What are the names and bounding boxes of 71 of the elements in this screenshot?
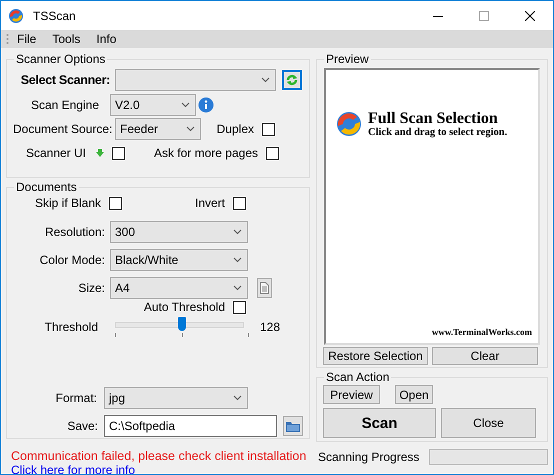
checkbox-label: Scanner UI	[24, 146, 86, 160]
menu-item[interactable]: Tools	[44, 30, 88, 48]
field-label: Color Mode:	[38, 253, 105, 267]
logo-icon	[335, 110, 363, 138]
chevron-icon	[186, 126, 195, 132]
folder-icon	[286, 420, 300, 432]
folder-button[interactable]	[283, 416, 303, 436]
error-message: Communication failed, please check client installation	[11, 449, 308, 463]
menu-item[interactable]: Info	[88, 30, 124, 48]
more-info-link[interactable]: Click here for more info	[11, 463, 310, 474]
checkbox-label: Auto Threshold	[142, 300, 225, 314]
threshold-slider[interactable]	[113, 317, 246, 337]
progress-label: Scanning Progress	[318, 450, 420, 464]
close-dialog-button[interactable]: Close	[441, 408, 536, 438]
resolution-dropdown[interactable]: 300	[110, 221, 248, 243]
refresh-icon	[285, 73, 299, 87]
menu-item[interactable]: File	[9, 30, 44, 48]
preview-hint: Click and drag to select region.	[368, 127, 508, 138]
chevron-icon	[233, 229, 242, 235]
format-dropdown[interactable]: jpg	[104, 387, 248, 409]
info-icon	[198, 97, 214, 113]
field-label: Size:	[77, 281, 105, 295]
restore-selection-button[interactable]: Restore Selection	[323, 347, 428, 365]
open-button[interactable]: Open	[395, 385, 433, 404]
group-title: Documents	[15, 180, 78, 194]
window-title: TSScan	[33, 8, 77, 22]
preview-area[interactable]: Full Scan Selection Click and drag to select region. www.TerminalWorks.com	[324, 68, 540, 345]
color-mode-dropdown[interactable]: Black/White	[110, 249, 248, 271]
checkbox-label: Invert	[194, 196, 225, 210]
threshold-value: 128	[260, 320, 280, 334]
scan-button[interactable]: Scan	[323, 408, 436, 438]
size-dropdown[interactable]: A4	[110, 277, 248, 299]
close-icon	[525, 10, 535, 20]
chevron-icon	[233, 257, 242, 263]
maximize-icon	[479, 10, 489, 20]
chevron-icon	[261, 77, 270, 83]
group-title: Preview	[325, 52, 370, 66]
checkbox[interactable]	[262, 122, 275, 136]
checkbox[interactable]	[233, 196, 246, 210]
field-label: Scan Engine	[30, 98, 100, 112]
save-path-field[interactable]: C:\Softpedia	[104, 415, 277, 437]
website-url: www.TerminalWorks.com	[432, 327, 533, 337]
preview-button[interactable]: Preview	[323, 385, 380, 404]
field-label: Resolution:	[44, 225, 105, 239]
field-label: Save:	[66, 419, 98, 433]
checkbox-label: Duplex	[216, 122, 254, 136]
field-label: Select Scanner:	[20, 73, 110, 87]
checkbox[interactable]	[233, 300, 246, 314]
chevron-icon	[233, 395, 242, 401]
field-label: Document Source:	[13, 122, 110, 136]
chevron-icon	[181, 102, 190, 108]
checkbox[interactable]	[266, 146, 279, 160]
field-label: Format:	[54, 391, 98, 405]
down-arrow-icon	[96, 149, 104, 157]
slider-thumb[interactable]	[178, 317, 186, 331]
slider-label: Threshold	[44, 320, 98, 334]
checkbox[interactable]	[109, 196, 122, 210]
refresh-button[interactable]	[282, 70, 302, 90]
chevron-icon	[233, 285, 242, 291]
checkbox-label: Ask for more pages	[152, 146, 258, 160]
preview-heading: Full Scan Selection	[368, 110, 499, 127]
group-title: Scanner Options	[15, 52, 106, 66]
document-source-dropdown[interactable]: Feeder	[115, 118, 201, 140]
app-logo-icon	[8, 8, 24, 24]
grip-icon	[6, 33, 9, 45]
checkbox-label: Skip if Blank	[34, 196, 101, 210]
group-title: Scan Action	[325, 370, 390, 384]
page-button[interactable]	[257, 278, 272, 298]
checkbox[interactable]	[112, 146, 125, 160]
clear-button[interactable]: Clear	[432, 347, 538, 365]
scan-engine-dropdown[interactable]: V2.0	[110, 94, 196, 116]
